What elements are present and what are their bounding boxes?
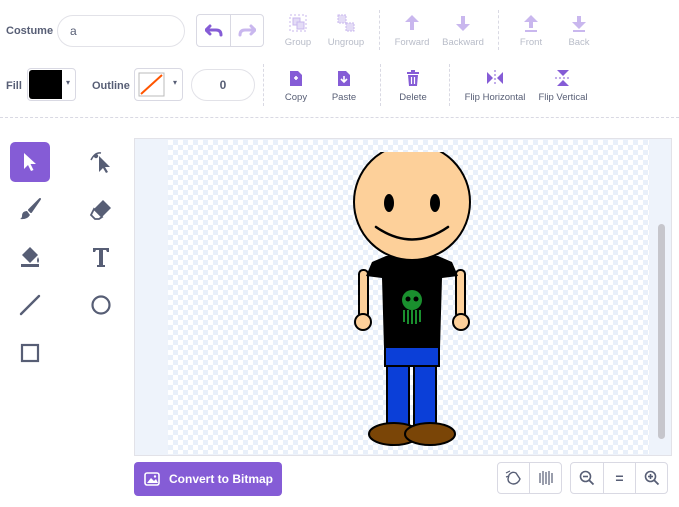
convert-to-bitmap-button[interactable]: Convert to Bitmap bbox=[134, 462, 282, 496]
outline-label: Outline bbox=[92, 80, 130, 92]
line-icon bbox=[19, 294, 41, 316]
chevron-down-icon: ▾ bbox=[66, 78, 71, 87]
back-label: Back bbox=[568, 37, 590, 48]
ungroup-icon bbox=[337, 14, 355, 32]
circle-tool-button[interactable] bbox=[81, 285, 121, 325]
brush-icon bbox=[20, 198, 41, 220]
backward-button[interactable]: Backward bbox=[432, 13, 494, 48]
vector-lines-icon bbox=[538, 471, 553, 485]
forward-icon bbox=[405, 15, 419, 30]
paste-icon bbox=[338, 71, 350, 86]
flip-vertical-icon bbox=[555, 70, 571, 86]
undo-button[interactable] bbox=[197, 15, 231, 46]
brush-tool-button[interactable] bbox=[10, 189, 50, 229]
vertical-scrollbar[interactable] bbox=[658, 224, 665, 439]
flip-horizontal-label: Flip Horizontal bbox=[464, 92, 526, 103]
fill-color-picker[interactable]: ▾ bbox=[27, 68, 76, 101]
select-tool-button[interactable] bbox=[10, 142, 50, 182]
zoom-in-icon bbox=[644, 470, 659, 486]
backward-icon bbox=[456, 16, 470, 31]
bitmap-vector-mode-button[interactable] bbox=[497, 462, 530, 494]
costume-label: Costume bbox=[6, 25, 54, 37]
arrow-cursor-icon bbox=[24, 153, 36, 171]
trash-icon bbox=[407, 70, 419, 86]
separator bbox=[449, 64, 450, 106]
backward-label: Backward bbox=[442, 37, 484, 48]
ungroup-button[interactable]: Ungroup bbox=[315, 13, 377, 48]
reshape-tool-button[interactable] bbox=[81, 142, 121, 182]
forward-label: Forward bbox=[394, 37, 430, 48]
front-label: Front bbox=[519, 37, 543, 48]
eraser-tool-button[interactable] bbox=[81, 189, 121, 229]
fill-label: Fill bbox=[6, 80, 22, 92]
paint-bucket-icon bbox=[21, 247, 39, 267]
line-tool-button[interactable] bbox=[10, 285, 50, 325]
copy-icon bbox=[290, 71, 302, 86]
drawing-canvas[interactable] bbox=[168, 140, 649, 454]
vector-mode-button[interactable] bbox=[529, 462, 562, 494]
circle-icon bbox=[91, 295, 111, 315]
reshape-icon bbox=[90, 152, 110, 173]
front-icon bbox=[524, 15, 538, 32]
zoom-reset-button[interactable]: = bbox=[603, 462, 636, 494]
fill-tool-button[interactable] bbox=[10, 237, 50, 277]
group-label: Group bbox=[284, 37, 312, 48]
copy-label: Copy bbox=[284, 92, 308, 103]
paste-label: Paste bbox=[331, 92, 357, 103]
group-icon bbox=[289, 14, 307, 32]
undo-redo-group bbox=[196, 14, 264, 47]
back-icon bbox=[572, 16, 586, 32]
convert-to-bitmap-label: Convert to Bitmap bbox=[169, 472, 274, 486]
toolbar-divider bbox=[0, 117, 679, 118]
paste-button[interactable]: Paste bbox=[313, 68, 375, 103]
redo-button[interactable] bbox=[230, 15, 263, 46]
redo-icon bbox=[238, 24, 256, 36]
zoom-out-button[interactable] bbox=[570, 462, 604, 494]
zoom-out-icon bbox=[579, 470, 595, 486]
costume-character-drawing bbox=[353, 152, 471, 446]
separator bbox=[498, 10, 499, 50]
costume-name-input[interactable] bbox=[57, 15, 185, 47]
delete-button[interactable]: Delete bbox=[382, 68, 444, 103]
no-outline-swatch-icon bbox=[138, 72, 165, 97]
chevron-down-icon: ▾ bbox=[173, 78, 178, 87]
text-tool-button[interactable] bbox=[81, 237, 121, 277]
ungroup-label: Ungroup bbox=[327, 37, 365, 48]
image-icon bbox=[144, 472, 160, 486]
flip-vertical-label: Flip Vertical bbox=[538, 92, 588, 103]
rectangle-tool-button[interactable] bbox=[10, 333, 50, 373]
delete-label: Delete bbox=[399, 92, 427, 103]
outline-color-picker[interactable]: ▾ bbox=[134, 68, 183, 101]
eraser-icon bbox=[89, 200, 111, 220]
back-button[interactable]: Back bbox=[548, 13, 610, 48]
text-icon bbox=[93, 248, 109, 267]
zoom-in-button[interactable] bbox=[635, 462, 668, 494]
rectangle-icon bbox=[20, 343, 40, 363]
undo-icon bbox=[204, 24, 222, 36]
brush-mode-icon bbox=[505, 470, 521, 485]
outline-width-input[interactable] bbox=[191, 69, 255, 101]
separator bbox=[380, 64, 381, 106]
separator bbox=[263, 64, 264, 106]
fill-swatch bbox=[29, 70, 62, 99]
flip-horizontal-icon bbox=[487, 70, 503, 86]
separator bbox=[379, 10, 380, 50]
flip-vertical-button[interactable]: Flip Vertical bbox=[532, 68, 594, 103]
paint-canvas-area[interactable] bbox=[134, 138, 672, 456]
flip-horizontal-button[interactable]: Flip Horizontal bbox=[461, 68, 529, 103]
